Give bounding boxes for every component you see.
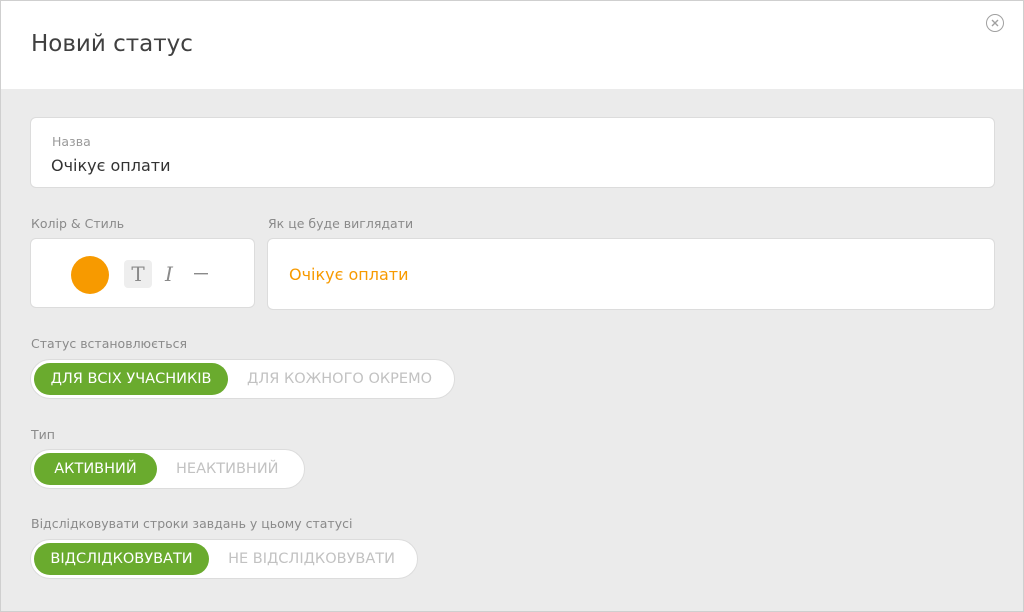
dash-icon bbox=[194, 273, 208, 275]
dialog-title: Новий статус bbox=[31, 31, 193, 57]
type-option-active[interactable]: АКТИВНИЙ bbox=[34, 453, 157, 485]
strikethrough-style-button[interactable] bbox=[187, 260, 215, 288]
color-picker-button[interactable] bbox=[71, 256, 109, 294]
preview-label: Як це буде виглядати bbox=[268, 216, 414, 231]
type-label: Тип bbox=[31, 427, 55, 442]
type-toggle: АКТИВНИЙ НЕАКТИВНИЙ bbox=[30, 449, 305, 489]
color-style-card: T I bbox=[30, 238, 255, 308]
tracking-option-track[interactable]: ВІДСЛІДКОВУВАТИ bbox=[34, 543, 210, 575]
name-label: Назва bbox=[52, 134, 91, 149]
tracking-option-no-track[interactable]: НЕ ВІДСЛІДКОВУВАТИ bbox=[209, 543, 414, 575]
assignment-label: Статус встановлюється bbox=[31, 336, 187, 351]
normal-text-style-button[interactable]: T bbox=[124, 260, 152, 288]
name-input[interactable] bbox=[51, 156, 951, 175]
assignment-toggle: ДЛЯ ВСІХ УЧАСНИКІВ ДЛЯ КОЖНОГО ОКРЕМО bbox=[30, 359, 455, 399]
dialog-header: Новий статус bbox=[1, 1, 1023, 89]
assignment-option-each[interactable]: ДЛЯ КОЖНОГО ОКРЕМО bbox=[228, 363, 451, 395]
type-option-inactive[interactable]: НЕАКТИВНИЙ bbox=[157, 453, 298, 485]
assignment-option-all[interactable]: ДЛЯ ВСІХ УЧАСНИКІВ bbox=[34, 363, 229, 395]
tracking-label: Відслідковувати строки завдань у цьому с… bbox=[31, 516, 353, 531]
close-icon[interactable] bbox=[986, 14, 1004, 32]
new-status-dialog: Новий статус Назва Колір & Стиль Як це б… bbox=[0, 0, 1024, 612]
style-label: Колір & Стиль bbox=[31, 216, 125, 231]
tracking-toggle: ВІДСЛІДКОВУВАТИ НЕ ВІДСЛІДКОВУВАТИ bbox=[30, 539, 418, 579]
italic-style-button[interactable]: I bbox=[155, 260, 183, 288]
name-field-card: Назва bbox=[30, 117, 995, 188]
preview-card: Очікує оплати bbox=[267, 238, 995, 310]
preview-text: Очікує оплати bbox=[289, 265, 409, 284]
